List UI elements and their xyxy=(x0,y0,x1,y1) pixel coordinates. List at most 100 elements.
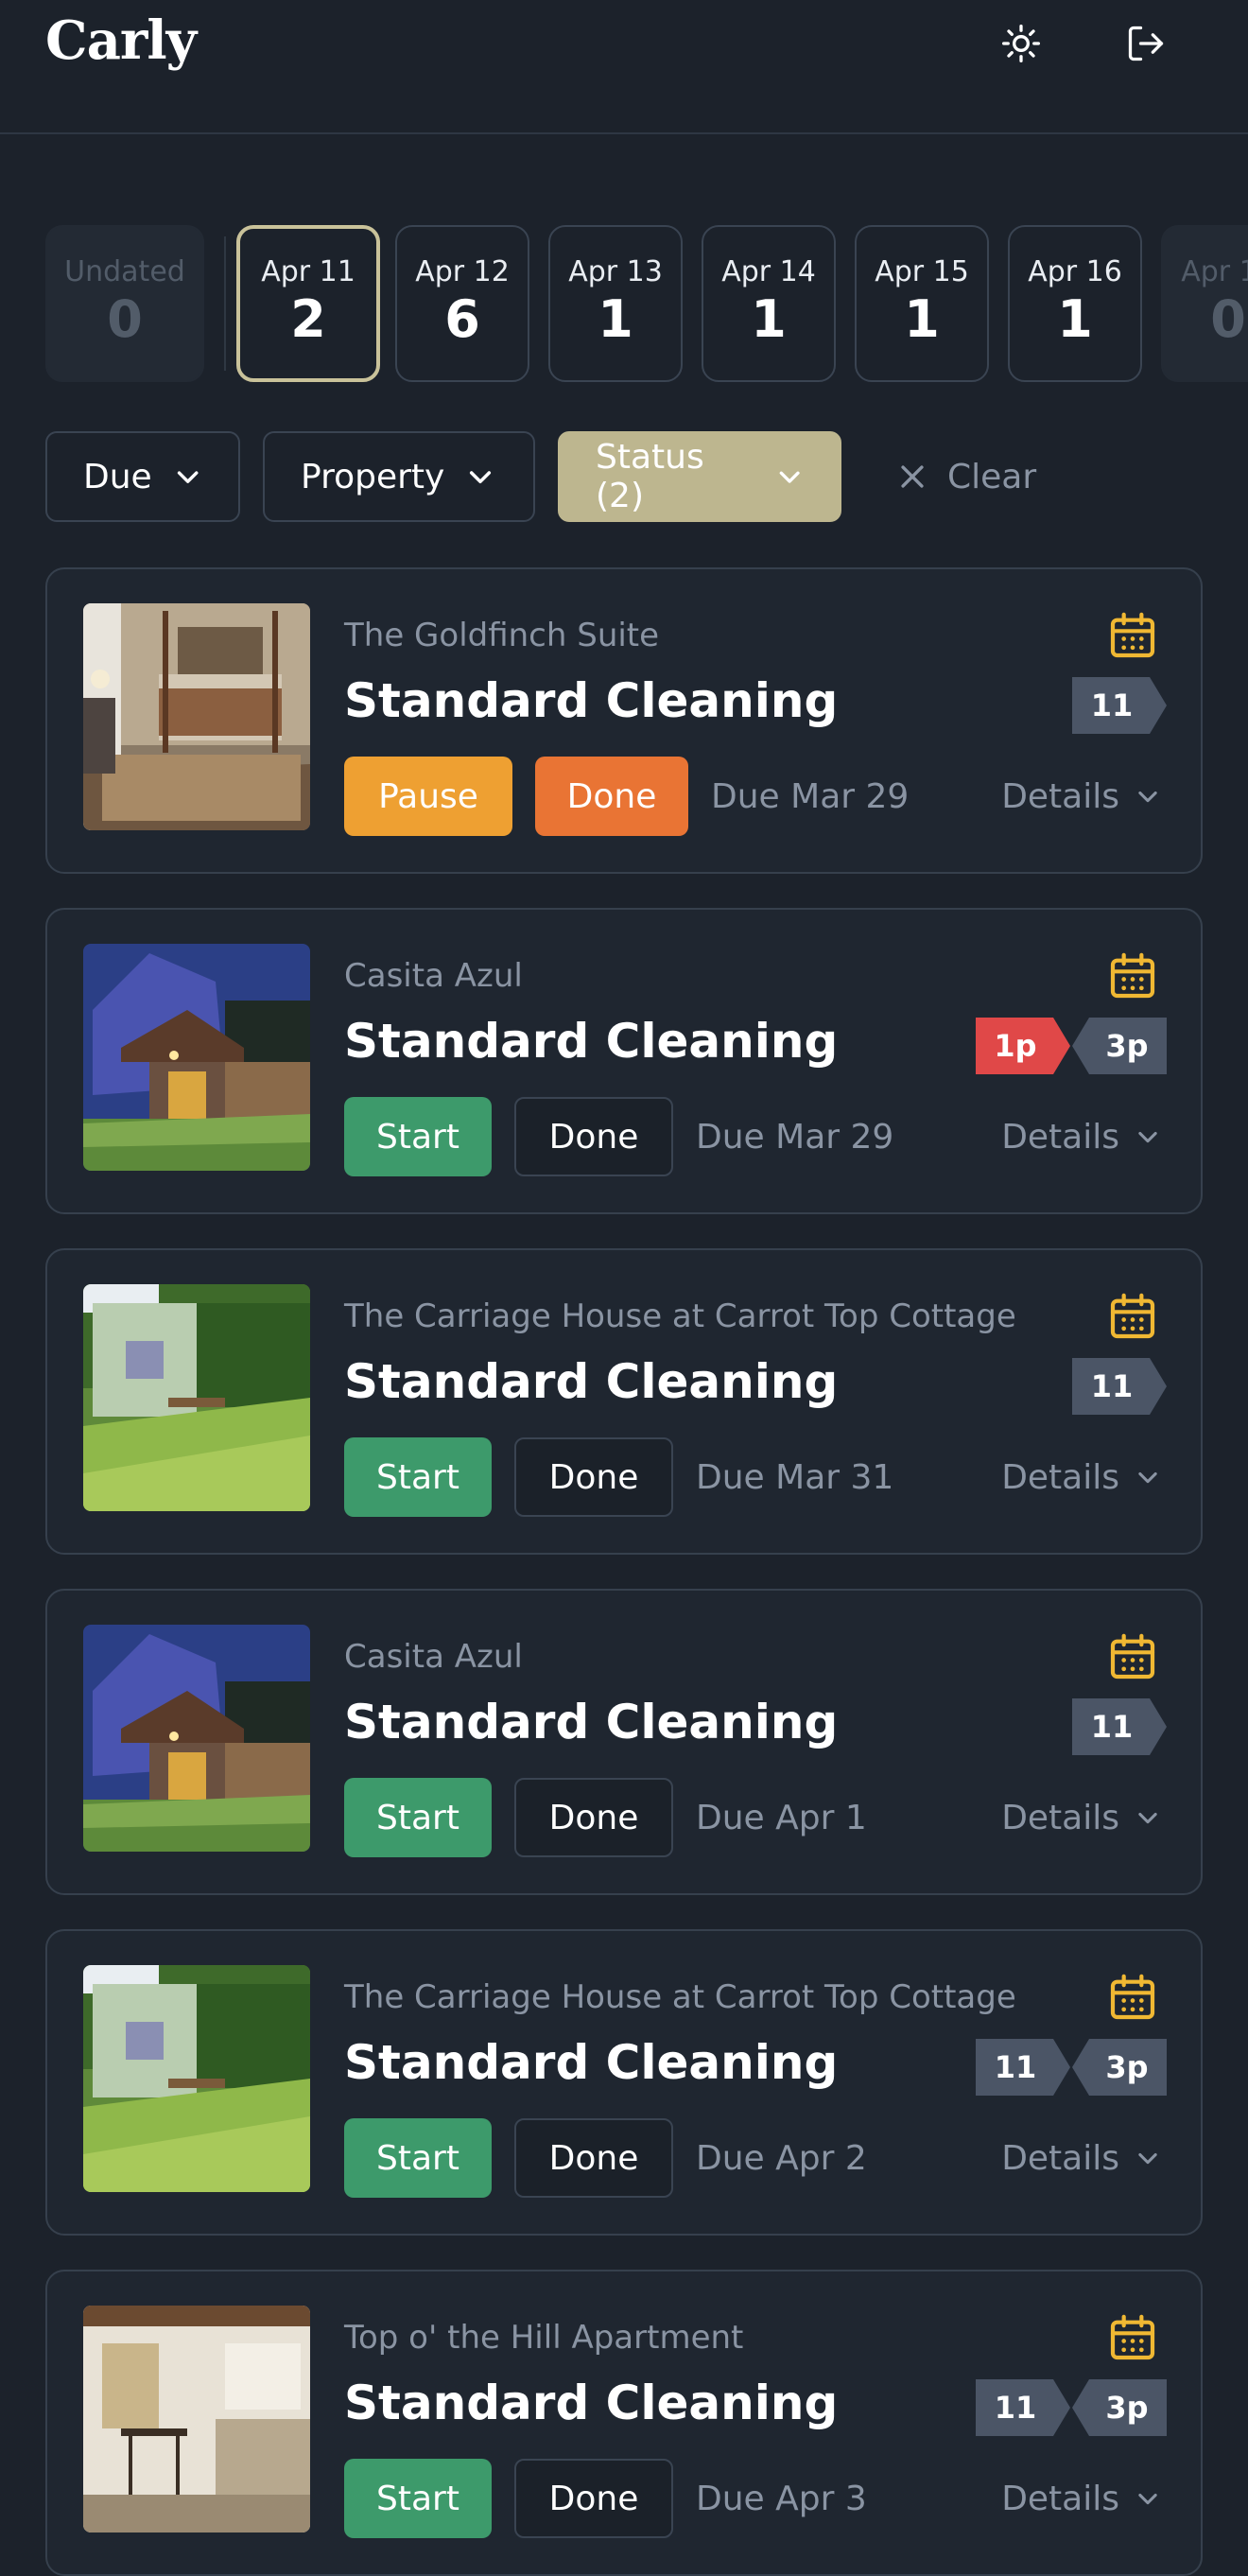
task-title: Standard Cleaning xyxy=(344,2376,839,2430)
done-button[interactable]: Done xyxy=(514,1778,673,1857)
start-button[interactable]: Start xyxy=(344,1778,492,1857)
due-date: Due Apr 3 xyxy=(696,2479,867,2518)
day-label: Apr 13 xyxy=(568,255,663,288)
sun-icon xyxy=(1002,25,1040,62)
day-count: 2 xyxy=(290,289,326,349)
done-button[interactable]: Done xyxy=(514,1437,673,1517)
calendar-icon[interactable] xyxy=(1106,949,1159,1002)
task-card[interactable]: Casita Azul Standard Cleaning Start Done… xyxy=(45,1589,1203,1895)
app-logo: Carly xyxy=(45,9,197,72)
details-label: Details xyxy=(1001,776,1119,816)
clear-filters-button[interactable]: Clear xyxy=(896,431,1036,522)
details-toggle[interactable]: Details xyxy=(1001,2459,1161,2538)
task-card[interactable]: The Carriage House at Carrot Top Cottage… xyxy=(45,1248,1203,1555)
details-label: Details xyxy=(1001,2479,1119,2518)
task-title: Standard Cleaning xyxy=(344,2035,839,2090)
details-toggle[interactable]: Details xyxy=(1001,1097,1161,1176)
details-toggle[interactable]: Details xyxy=(1001,757,1161,836)
day-label: Apr 15 xyxy=(875,255,969,288)
details-toggle[interactable]: Details xyxy=(1001,1778,1161,1857)
start-button[interactable]: Start xyxy=(344,1437,492,1517)
done-button[interactable]: Done xyxy=(514,2459,673,2538)
checkout-tag-label: 3p xyxy=(1105,1028,1149,1064)
day-label: Apr 14 xyxy=(721,255,816,288)
property-filter-label: Property xyxy=(301,457,445,496)
checkout-tag: 3p xyxy=(1072,2039,1167,2096)
details-label: Details xyxy=(1001,1457,1119,1497)
pause-button[interactable]: Pause xyxy=(344,757,512,836)
logout-icon xyxy=(1128,26,1164,61)
time-tag-label: 11 xyxy=(1090,1368,1134,1404)
property-name: Top o' the Hill Apartment xyxy=(344,2319,744,2357)
done-button[interactable]: Done xyxy=(514,1097,673,1176)
time-tag-label: 11 xyxy=(1090,688,1134,723)
checkout-tag: 3p xyxy=(1072,2379,1167,2436)
checkout-tag-label: 3p xyxy=(1105,2049,1149,2085)
details-toggle[interactable]: Details xyxy=(1001,2118,1161,2198)
calendar-icon[interactable] xyxy=(1106,1971,1159,2024)
chevron-down-icon xyxy=(177,471,199,483)
logout-button[interactable] xyxy=(1114,11,1178,76)
time-tag: 11 xyxy=(1072,677,1167,734)
day-apr-17[interactable]: Apr 17 0 xyxy=(1161,225,1248,382)
day-count: 1 xyxy=(598,289,633,349)
checkin-tag-label: 1p xyxy=(994,1028,1037,1064)
checkin-tag: 11 xyxy=(976,2039,1070,2096)
day-label: Apr 16 xyxy=(1028,255,1122,288)
property-name: Casita Azul xyxy=(344,957,523,995)
checkin-tag: 11 xyxy=(976,2379,1070,2436)
day-label: Apr 11 xyxy=(261,255,355,288)
day-count: 0 xyxy=(1210,289,1246,349)
status-filter[interactable]: Status (2) xyxy=(558,431,841,522)
day-undated[interactable]: Undated 0 xyxy=(45,225,204,382)
details-label: Details xyxy=(1001,2138,1119,2178)
checkin-tag-label: 11 xyxy=(994,2390,1037,2426)
close-icon xyxy=(901,465,924,488)
date-strip: Undated 0 Apr 11 2 Apr 12 6 Apr 13 1 Apr… xyxy=(0,225,1248,386)
day-label: Apr 12 xyxy=(415,255,510,288)
property-name: The Goldfinch Suite xyxy=(344,617,660,654)
details-label: Details xyxy=(1001,1117,1119,1157)
day-apr-12[interactable]: Apr 12 6 xyxy=(395,225,529,382)
day-apr-14[interactable]: Apr 14 1 xyxy=(702,225,836,382)
property-photo xyxy=(83,2306,310,2532)
start-button[interactable]: Start xyxy=(344,2459,492,2538)
chevron-down-icon xyxy=(470,471,492,484)
due-date: Due Apr 2 xyxy=(696,2138,867,2178)
day-apr-16[interactable]: Apr 16 1 xyxy=(1008,225,1142,382)
due-date: Due Mar 29 xyxy=(711,776,910,816)
day-count: 6 xyxy=(444,289,480,349)
checkin-tag: 1p xyxy=(976,1018,1070,1074)
day-apr-13[interactable]: Apr 13 1 xyxy=(548,225,683,382)
start-button[interactable]: Start xyxy=(344,1097,492,1176)
checkout-tag-label: 3p xyxy=(1105,2390,1149,2426)
theme-toggle-button[interactable] xyxy=(989,11,1053,76)
calendar-icon[interactable] xyxy=(1106,609,1159,662)
calendar-icon[interactable] xyxy=(1106,1290,1159,1343)
task-title: Standard Cleaning xyxy=(344,1354,839,1409)
day-label: Apr 17 xyxy=(1181,255,1248,288)
calendar-icon[interactable] xyxy=(1106,1630,1159,1683)
chevron-down-icon xyxy=(1138,2152,1157,2165)
day-apr-11[interactable]: Apr 11 2 xyxy=(236,225,380,382)
start-button[interactable]: Start xyxy=(344,2118,492,2198)
calendar-icon[interactable] xyxy=(1106,2311,1159,2364)
due-filter[interactable]: Due xyxy=(45,431,240,522)
details-label: Details xyxy=(1001,1798,1119,1837)
done-button[interactable]: Done xyxy=(535,757,688,836)
property-photo xyxy=(83,1625,310,1852)
done-button[interactable]: Done xyxy=(514,2118,673,2198)
checkout-tag: 3p xyxy=(1072,1018,1167,1074)
property-filter[interactable]: Property xyxy=(263,431,535,522)
details-toggle[interactable]: Details xyxy=(1001,1437,1161,1517)
property-name: The Carriage House at Carrot Top Cottage xyxy=(344,1978,1016,2016)
property-photo xyxy=(83,603,310,830)
date-strip-divider xyxy=(224,236,226,371)
task-card[interactable]: The Carriage House at Carrot Top Cottage… xyxy=(45,1929,1203,2236)
task-card[interactable]: Top o' the Hill Apartment Standard Clean… xyxy=(45,2270,1203,2576)
task-card[interactable]: The Goldfinch Suite Standard Cleaning Pa… xyxy=(45,567,1203,874)
task-card[interactable]: Casita Azul Standard Cleaning Start Done… xyxy=(45,908,1203,1214)
day-apr-15[interactable]: Apr 15 1 xyxy=(855,225,989,382)
due-date: Due Mar 31 xyxy=(696,1457,894,1497)
chevron-down-icon xyxy=(1138,1812,1157,1824)
